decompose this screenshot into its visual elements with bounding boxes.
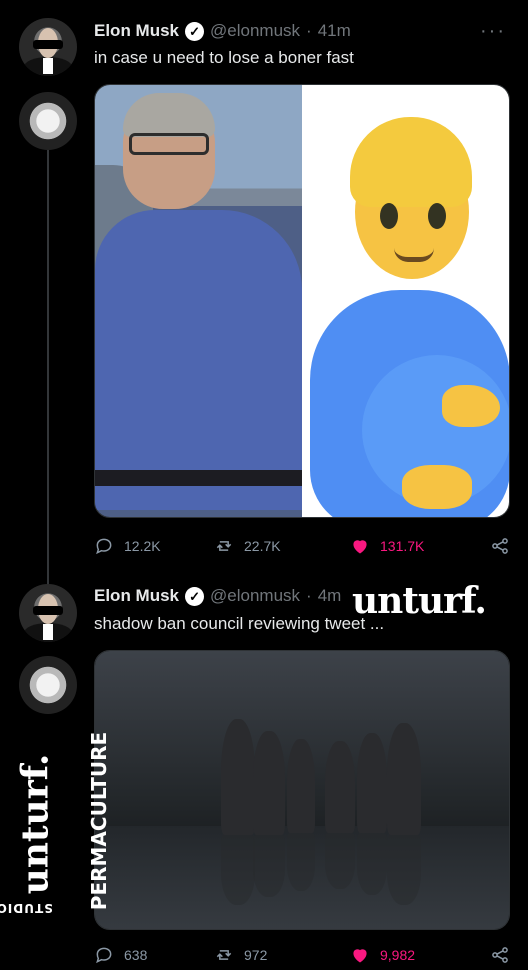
avatar-collar — [43, 58, 53, 74]
figure-reflection — [387, 835, 421, 905]
heart-icon — [353, 949, 367, 963]
thread-line — [47, 150, 49, 590]
like-button[interactable]: 9,982 — [350, 945, 486, 965]
hooded-figure — [325, 741, 355, 833]
photo-person — [95, 85, 302, 517]
avatar-collar — [43, 624, 53, 640]
figure-reflection — [325, 833, 355, 889]
reply-avatar[interactable] — [19, 656, 77, 714]
reply-icon — [96, 538, 112, 555]
tweet-time[interactable]: 4m — [318, 586, 342, 606]
reply-button[interactable]: 638 — [94, 945, 214, 965]
retweet-button[interactable]: 22.7K — [214, 536, 350, 556]
hooded-figure — [287, 739, 315, 833]
tweet-text: in case u need to lose a boner fast — [94, 48, 354, 67]
watermark-side-studios: STUDIOS — [0, 901, 53, 915]
pregnant-man-emoji — [302, 85, 509, 517]
photo-hooded-figures — [95, 651, 509, 929]
emoji-eye-right — [428, 203, 446, 229]
emoji-hair — [350, 117, 472, 207]
tweet-media-image[interactable] — [94, 84, 510, 518]
hooded-figure — [221, 719, 255, 835]
photo-glasses — [129, 133, 209, 155]
hooded-figure — [357, 733, 387, 833]
reply-count: 12.2K — [124, 538, 161, 554]
separator-dot: · — [306, 586, 312, 605]
verified-badge-icon: ✓ — [185, 21, 205, 41]
reply-avatar[interactable] — [19, 92, 77, 150]
author-name[interactable]: Elon Musk — [94, 586, 179, 606]
figure-reflection — [221, 835, 255, 905]
share-button[interactable] — [490, 536, 510, 556]
tweet-media-image[interactable] — [94, 650, 510, 930]
watermark-logo: unturf. — [352, 580, 487, 622]
photo-hair — [123, 93, 215, 137]
reply-count: 638 — [124, 947, 148, 963]
emoji-hand-lower — [402, 465, 472, 509]
hooded-figure — [253, 731, 285, 835]
author-handle[interactable]: @elonmusk — [210, 586, 300, 606]
watermark-side-logo: unturf. PERMACULTURE STUDIOS — [0, 732, 111, 915]
share-icon — [492, 947, 508, 963]
watermark-side-main: unturf. — [14, 753, 57, 895]
retweet-button[interactable]: 972 — [214, 945, 350, 965]
reply-icon — [96, 947, 112, 964]
tweet-header: Elon Musk ✓ @elonmusk · 4m — [94, 583, 341, 609]
retweet-count: 22.7K — [244, 538, 281, 554]
retweet-icon — [216, 541, 232, 551]
author-avatar[interactable] — [19, 584, 77, 642]
share-icon — [492, 538, 508, 554]
verified-badge-icon: ✓ — [185, 586, 205, 606]
emoji-eye-left — [380, 203, 398, 229]
like-count: 131.7K — [380, 538, 425, 554]
figure-reflection — [287, 833, 315, 891]
reply-button[interactable]: 12.2K — [94, 536, 214, 556]
like-count: 9,982 — [380, 947, 416, 963]
tweet-actions: 638 972 9,982 — [94, 944, 510, 966]
watermark-side-sub: PERMACULTURE — [87, 731, 112, 911]
author-avatar[interactable] — [19, 18, 77, 76]
figure-reflection — [357, 833, 387, 895]
tweet-time[interactable]: 41m — [318, 21, 351, 41]
hooded-figure — [387, 723, 421, 835]
avatar-sunglasses — [33, 40, 63, 49]
share-button[interactable] — [490, 945, 510, 965]
author-handle[interactable]: @elonmusk — [210, 21, 300, 41]
more-options-icon[interactable]: ··· — [480, 20, 506, 43]
photo-belt — [95, 470, 302, 486]
tweet-header: Elon Musk ✓ @elonmusk · 41m — [94, 18, 351, 44]
heart-icon — [353, 540, 367, 554]
figure-reflection — [253, 835, 285, 897]
tweet-actions: 12.2K 22.7K 131.7K — [94, 535, 510, 557]
like-button[interactable]: 131.7K — [350, 536, 486, 556]
emoji-hand-upper — [442, 385, 500, 427]
author-name[interactable]: Elon Musk — [94, 21, 179, 41]
retweet-count: 972 — [244, 947, 268, 963]
photo-shirt — [95, 210, 302, 510]
avatar-sunglasses — [33, 606, 63, 615]
retweet-icon — [216, 950, 232, 960]
separator-dot: · — [306, 21, 312, 40]
